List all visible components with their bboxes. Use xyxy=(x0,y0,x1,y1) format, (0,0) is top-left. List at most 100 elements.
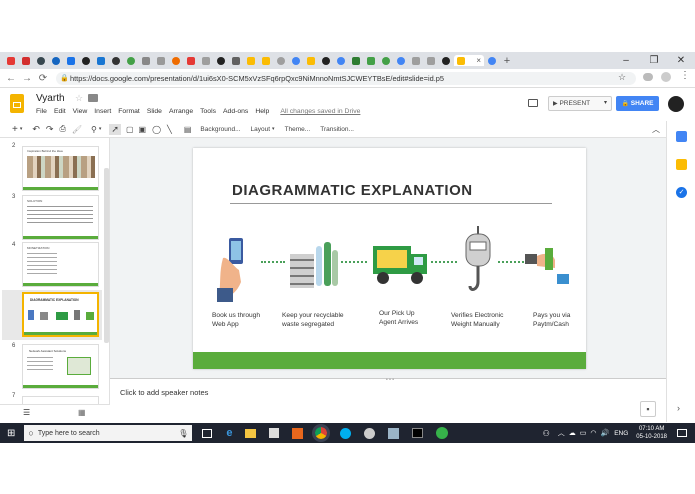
print-icon[interactable]: ⎙ xyxy=(59,124,65,134)
menu-view[interactable]: View xyxy=(73,108,88,115)
undo-icon[interactable]: ↶ xyxy=(32,124,40,135)
transition-button[interactable]: Transition... xyxy=(320,126,354,133)
tab[interactable] xyxy=(19,55,33,66)
speaker-notes-placeholder[interactable]: Click to add speaker notes xyxy=(120,388,208,397)
network-icon[interactable]: ▭ xyxy=(580,429,587,437)
redo-icon[interactable]: ↷ xyxy=(46,124,54,135)
reload-icon[interactable]: ⟳ xyxy=(35,73,51,84)
new-slide-icon[interactable]: + xyxy=(12,124,18,135)
clock[interactable]: 07:10 AM 05-10-2018 xyxy=(636,425,667,441)
window-close-icon[interactable]: ✕ xyxy=(667,52,695,69)
minimize-icon[interactable]: – xyxy=(612,52,640,69)
tab[interactable] xyxy=(199,55,213,66)
share-button[interactable]: 🔒 SHARE xyxy=(616,96,659,111)
tab[interactable] xyxy=(349,55,363,66)
taskbar-search-box[interactable]: ○ Type here to search 🎙 xyxy=(24,425,193,441)
tray-chevron-icon[interactable]: ︿ xyxy=(558,428,565,438)
tab[interactable] xyxy=(229,55,243,66)
slides-logo-icon[interactable] xyxy=(10,94,24,113)
tab[interactable] xyxy=(274,55,288,66)
tab[interactable] xyxy=(334,55,348,66)
tab[interactable] xyxy=(154,55,168,66)
menu-edit[interactable]: Edit xyxy=(54,108,66,115)
image-icon[interactable]: ▣ xyxy=(139,125,147,134)
paint-format-icon[interactable]: 🖌 xyxy=(72,125,82,134)
comment-add-icon[interactable]: ▤ xyxy=(184,125,192,134)
chevron-down-icon[interactable]: ▾ xyxy=(20,126,23,132)
comments-icon[interactable] xyxy=(528,99,538,107)
tab[interactable] xyxy=(109,55,123,66)
chrome-icon[interactable] xyxy=(311,424,330,442)
tab[interactable] xyxy=(124,55,138,66)
select-icon[interactable]: ➚ xyxy=(109,123,121,135)
notes-resize-handle[interactable]: • • • xyxy=(386,377,394,383)
user-avatar[interactable] xyxy=(668,96,684,112)
steam-icon[interactable] xyxy=(363,427,375,439)
app-icon[interactable] xyxy=(387,427,399,439)
tab[interactable] xyxy=(259,55,273,66)
slide-thumbnail-2[interactable]: Inspiration Behind the Idea xyxy=(22,146,99,191)
textbox-icon[interactable]: ▢ xyxy=(126,125,134,134)
expand-panel-icon[interactable]: › xyxy=(677,403,680,413)
app-icon[interactable] xyxy=(291,427,303,439)
slide-thumbnail-5[interactable]: DIAGRAMMATIC EXPLANATION xyxy=(22,292,99,337)
terminal-icon[interactable] xyxy=(411,428,423,438)
tab[interactable] xyxy=(379,55,393,66)
tab[interactable] xyxy=(49,55,63,66)
menu-addons[interactable]: Add-ons xyxy=(223,108,248,115)
tab[interactable] xyxy=(169,55,183,66)
star-icon[interactable]: ☆ xyxy=(618,72,626,83)
language-indicator[interactable]: ENG xyxy=(614,430,628,437)
wifi-icon[interactable]: ◠ xyxy=(590,429,596,437)
skype-icon[interactable] xyxy=(339,427,351,439)
add-comment-icon[interactable]: ▪ xyxy=(640,401,656,417)
tab[interactable] xyxy=(364,55,378,66)
grid-view-icon[interactable]: ▦ xyxy=(78,408,86,417)
tab[interactable] xyxy=(34,55,48,66)
app-icon[interactable] xyxy=(435,427,448,439)
windows-start-icon[interactable]: ⊞ xyxy=(7,428,15,439)
tab[interactable] xyxy=(409,55,423,66)
cloud-icon[interactable]: ☁ xyxy=(569,429,576,437)
chevron-down-icon[interactable]: ▾ xyxy=(272,126,275,132)
slide-thumbnail-7[interactable] xyxy=(22,396,99,404)
people-icon[interactable]: ⚇ xyxy=(543,429,550,438)
tab[interactable] xyxy=(304,55,318,66)
store-icon[interactable] xyxy=(268,428,279,438)
menu-format[interactable]: Format xyxy=(118,108,140,115)
back-icon[interactable]: ← xyxy=(3,73,19,84)
filmstrip-view-icon[interactable]: ☰ xyxy=(23,408,30,417)
tab[interactable] xyxy=(4,55,18,66)
slide-thumbnail-6[interactable]: Network Assistant Solutions xyxy=(22,344,99,389)
slide-thumbnail-4[interactable]: MONETIZATION xyxy=(22,242,99,287)
tasks-icon[interactable]: ✓ xyxy=(676,187,687,198)
tab[interactable] xyxy=(64,55,78,66)
volume-icon[interactable]: 🔊 xyxy=(600,429,609,437)
chevron-down-icon[interactable]: ▾ xyxy=(99,126,102,132)
menu-slide[interactable]: Slide xyxy=(147,108,162,115)
calendar-icon[interactable] xyxy=(676,131,687,142)
keep-icon[interactable] xyxy=(676,159,687,170)
menu-arrange[interactable]: Arrange xyxy=(169,108,193,115)
notifications-icon[interactable] xyxy=(677,429,687,437)
present-button[interactable]: ▶ PRESENT ▾ xyxy=(548,96,612,111)
tab[interactable] xyxy=(394,55,408,66)
menu-tools[interactable]: Tools xyxy=(200,108,216,115)
browser-menu-icon[interactable]: ⋮ xyxy=(680,70,690,81)
tab[interactable] xyxy=(319,55,333,66)
tab-active[interactable]: × xyxy=(454,55,484,66)
tab[interactable] xyxy=(214,55,228,66)
edge-icon[interactable]: e xyxy=(226,427,232,439)
current-slide[interactable]: DIAGRAMMATIC EXPLANATION Book us through… xyxy=(193,148,586,369)
line-icon[interactable]: ╲ xyxy=(167,125,172,134)
theme-button[interactable]: Theme... xyxy=(285,126,311,133)
tab[interactable] xyxy=(139,55,153,66)
menu-file[interactable]: File xyxy=(36,108,47,115)
menu-help[interactable]: Help xyxy=(255,108,269,115)
folder-icon[interactable] xyxy=(88,94,98,102)
profile-avatar[interactable] xyxy=(661,72,671,82)
filmstrip-scrollbar[interactable] xyxy=(104,168,109,343)
speaker-notes-panel[interactable]: • • • Click to add speaker notes ▪ xyxy=(110,377,666,422)
shape-icon[interactable]: ◯ xyxy=(152,125,161,134)
tab[interactable] xyxy=(439,55,453,66)
